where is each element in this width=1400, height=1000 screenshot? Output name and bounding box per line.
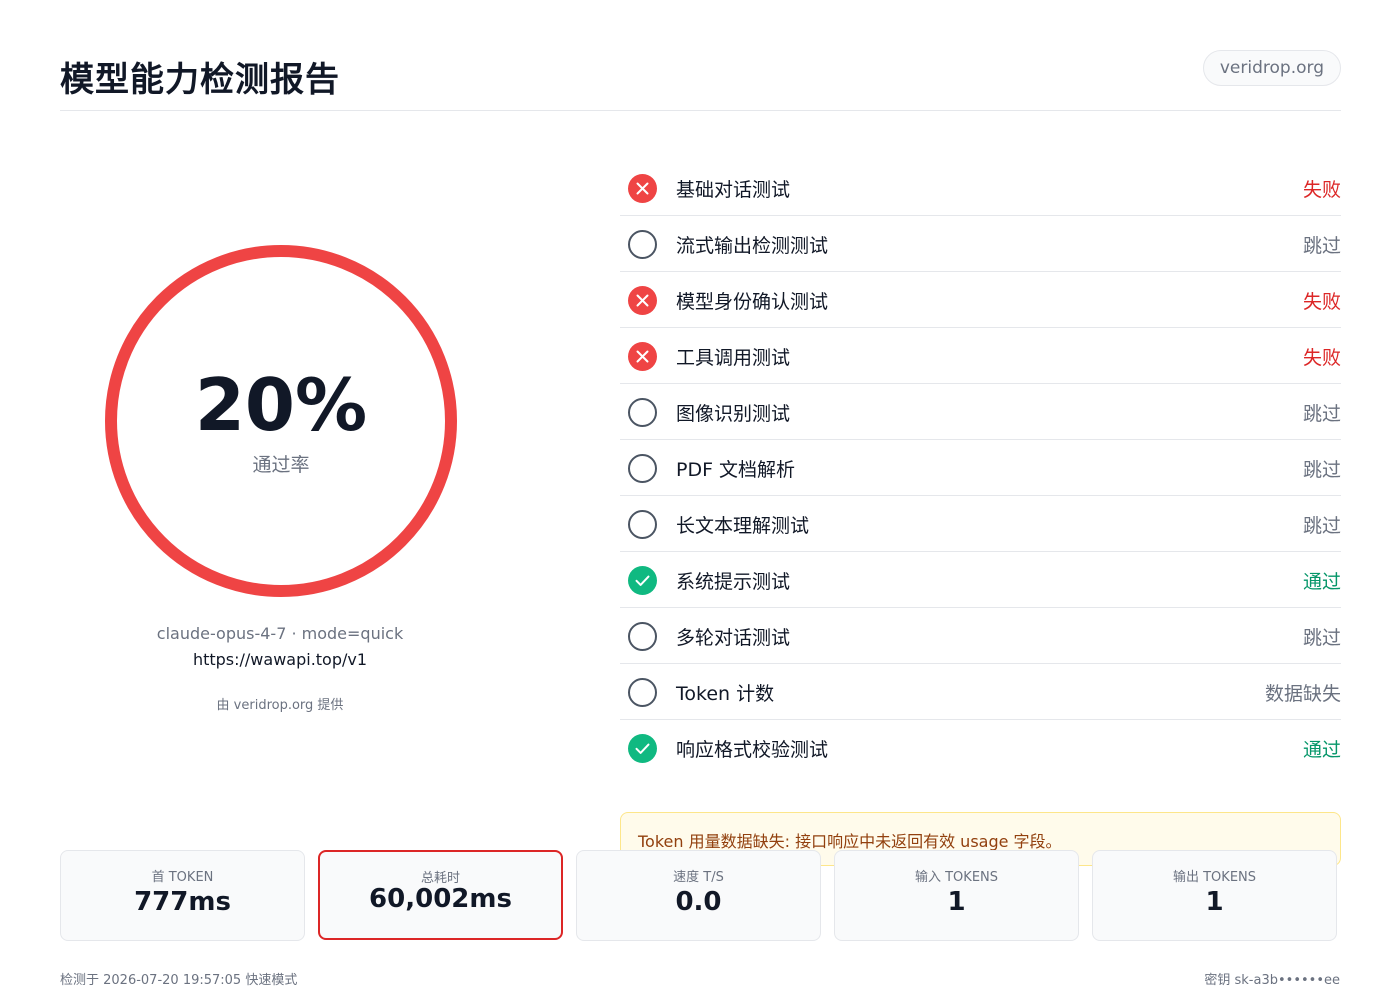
stat-label: 首 TOKEN (151, 870, 214, 885)
check-name: 模型身份确认测试 (676, 291, 829, 313)
stat-value: 0.0 (675, 887, 722, 917)
pass-rate-value: 20% (194, 363, 368, 447)
skip-circle-icon (628, 454, 657, 483)
check-status: 数据缺失 (1264, 683, 1341, 705)
check-row[interactable]: 流式输出检测测试 跳过 (620, 216, 1341, 272)
check-status: 失败 (1302, 291, 1341, 313)
check-row[interactable]: 基础对话测试 失败 (620, 160, 1341, 216)
check-row[interactable]: 系统提示测试 通过 (620, 552, 1341, 608)
page-title: 模型能力检测报告 (60, 60, 340, 100)
check-name: 基础对话测试 (676, 179, 791, 201)
check-row[interactable]: 多轮对话测试 跳过 (620, 608, 1341, 664)
footer-key: 密钥 sk-a3b••••••ee (1204, 973, 1340, 988)
stat-card: 总耗时 60,002ms (318, 850, 563, 940)
check-name: 工具调用测试 (676, 347, 791, 369)
footer-timestamp: 检测于 2026-07-20 19:57:05 快速模式 (60, 973, 298, 988)
stat-card: 输出 TOKENS 1 (1092, 850, 1337, 941)
model-info: claude-opus-4-7 · mode=quick (156, 624, 404, 643)
fail-x-icon (628, 342, 657, 371)
check-name: 流式输出检测测试 (676, 235, 829, 257)
pass-check-icon (628, 566, 657, 595)
stat-card: 输入 TOKENS 1 (834, 850, 1079, 941)
check-name: 长文本理解测试 (676, 515, 810, 537)
check-row[interactable]: Token 计数 数据缺失 (620, 664, 1341, 720)
endpoint-url[interactable]: https://wawapi.top/v1 (60, 650, 500, 669)
check-row[interactable]: 模型身份确认测试 失败 (620, 272, 1341, 328)
stats-bar: 首 TOKEN 777ms 总耗时 60,002ms 速度 T/S 0.0 输入 TOKEN… (60, 850, 1340, 941)
skip-circle-icon (628, 678, 657, 707)
check-list: 基础对话测试 失败 流式输出检测测试 跳过 模型身份确认测试 失败 工具调用测试 失败 图像识别… (620, 160, 1341, 776)
check-name: 系统提示测试 (676, 571, 791, 593)
check-status: 跳过 (1302, 459, 1341, 481)
skip-circle-icon (628, 230, 657, 259)
stat-label: 速度 T/S (673, 870, 724, 885)
skip-circle-icon (628, 622, 657, 651)
skip-circle-icon (628, 510, 657, 539)
pass-check-icon (628, 734, 657, 763)
stat-value: 1 (1205, 887, 1224, 917)
pass-rate-gauge: 20% 通过率 (105, 245, 457, 597)
skip-circle-icon (628, 398, 657, 427)
fail-x-icon (628, 174, 657, 203)
check-status: 跳过 (1302, 235, 1341, 257)
check-name: 响应格式校验测试 (676, 739, 829, 761)
stat-label: 输出 TOKENS (1172, 870, 1257, 885)
check-status: 通过 (1302, 739, 1341, 761)
report-header: 模型能力检测报告 veridrop.org (60, 40, 1341, 111)
check-name: 图像识别测试 (676, 403, 791, 425)
check-status: 失败 (1302, 347, 1341, 369)
check-name: PDF 文档解析 (676, 459, 796, 481)
check-name: Token 计数 (676, 683, 775, 705)
check-status: 跳过 (1302, 515, 1341, 537)
check-row[interactable]: 长文本理解测试 跳过 (620, 496, 1341, 552)
check-row[interactable]: 图像识别测试 跳过 (620, 384, 1341, 440)
check-status: 通过 (1302, 571, 1341, 593)
pass-rate-label: 通过率 (252, 454, 310, 476)
stat-card: 首 TOKEN 777ms (60, 850, 305, 941)
check-row[interactable]: 工具调用测试 失败 (620, 328, 1341, 384)
stat-value: 777ms (134, 887, 231, 917)
stat-value: 60,002ms (369, 884, 512, 914)
check-status: 失败 (1302, 179, 1341, 201)
powered-by: 由 veridrop.org 提供 (216, 698, 344, 713)
check-row[interactable]: PDF 文档解析 跳过 (620, 440, 1341, 496)
stat-label: 输入 TOKENS (914, 870, 999, 885)
check-status: 跳过 (1302, 627, 1341, 649)
fail-x-icon (628, 286, 657, 315)
check-name: 多轮对话测试 (676, 627, 791, 649)
stat-card: 速度 T/S 0.0 (576, 850, 821, 941)
check-row[interactable]: 响应格式校验测试 通过 (620, 720, 1341, 776)
domain-badge[interactable]: veridrop.org (1202, 50, 1341, 86)
check-status: 跳过 (1302, 403, 1341, 425)
stat-value: 1 (947, 887, 966, 917)
